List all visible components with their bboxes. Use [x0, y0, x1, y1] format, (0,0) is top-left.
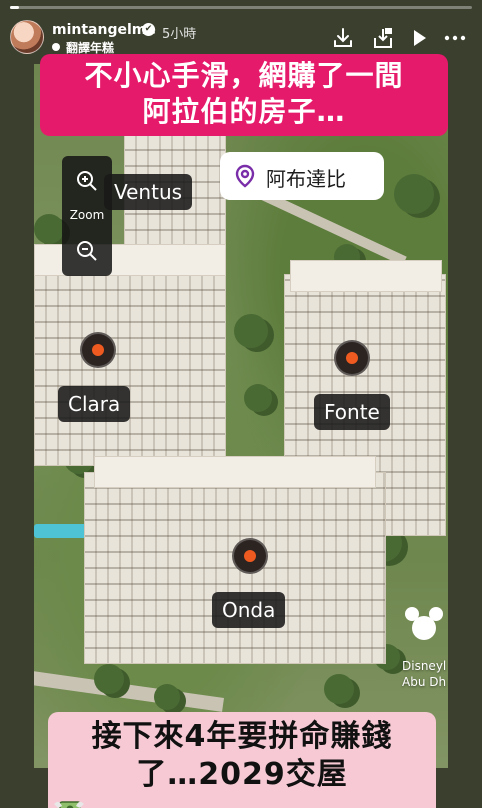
mickey-ears-icon — [405, 607, 443, 640]
play-button[interactable] — [407, 26, 431, 50]
story-progress-bar — [10, 6, 472, 9]
tree — [324, 674, 354, 704]
partner-name: Disneyl Abu Dh — [402, 658, 446, 690]
zoom-label: Zoom — [69, 208, 105, 222]
download-icon — [334, 28, 352, 47]
caption-bottom-line-1: 接下來4年要拼命賺錢 — [91, 719, 393, 754]
tree — [244, 384, 272, 412]
audio-label[interactable]: 翻譯年糕 — [66, 39, 114, 56]
tree — [34, 214, 64, 244]
music-note-icon — [52, 43, 60, 51]
building-clara — [34, 264, 226, 466]
building-pin-fonte[interactable] — [334, 340, 370, 376]
share-icon — [374, 28, 392, 48]
caption-bottom: 接下來4年要拼命賺錢 了…2029交屋 — [48, 712, 436, 808]
verified-badge-icon: ✔ — [142, 23, 155, 36]
location-chip[interactable]: 阿布達比 — [220, 152, 384, 200]
caption-top: 不小心手滑，網購了一間 阿拉伯的房子… — [40, 54, 448, 136]
caption-bottom-line-2: 了…2029交屋 — [48, 756, 436, 808]
building-label-fonte[interactable]: Fonte — [314, 394, 390, 430]
building-label-onda[interactable]: Onda — [212, 592, 286, 628]
partner-logo: Disneyl Abu Dh — [402, 604, 448, 714]
story-image: ‹ Zoom — [34, 64, 448, 768]
building-label-clara[interactable]: Clara — [58, 386, 131, 422]
share-button[interactable] — [371, 26, 395, 50]
partner-line-2: Abu Dh — [402, 675, 447, 689]
building-pin-onda[interactable] — [232, 538, 268, 574]
location-name: 阿布達比 — [266, 167, 346, 191]
caption-top-line-1: 不小心手滑，網購了一間 — [84, 59, 404, 92]
download-button[interactable] — [331, 26, 355, 50]
walkway — [34, 670, 225, 712]
roof — [290, 260, 442, 292]
post-time: 5小時 — [162, 27, 197, 42]
play-icon — [414, 30, 426, 46]
caption-bottom-line-2-text: 了…2029交屋 — [136, 757, 348, 792]
zoom-control: Zoom — [62, 156, 112, 276]
story-progress-fill — [10, 6, 20, 9]
roof — [94, 456, 376, 488]
zoom-in-button[interactable] — [74, 168, 100, 194]
zoom-out-button[interactable] — [74, 238, 100, 264]
tree — [234, 314, 268, 348]
location-pin-icon — [235, 164, 255, 188]
zoom-out-icon — [77, 241, 97, 261]
partner-line-1: Disneyl — [402, 659, 447, 673]
username[interactable]: mintangelme — [52, 22, 156, 38]
more-options-button[interactable] — [443, 26, 467, 50]
zoom-in-icon — [77, 171, 97, 191]
building-pin-clara[interactable] — [80, 332, 116, 368]
money-with-wings-icon — [52, 794, 86, 808]
caption-top-line-2: 阿拉伯的房子… — [142, 95, 346, 128]
avatar[interactable] — [10, 20, 44, 54]
building-onda — [84, 472, 386, 664]
tree — [394, 174, 434, 214]
more-icon — [444, 35, 466, 41]
building-label-ventus[interactable]: Ventus — [104, 174, 193, 210]
story-header: mintangelme ✔ 5小時 翻譯年糕 — [0, 14, 482, 60]
story-viewer: ‹ Zoom — [0, 0, 482, 808]
tree — [154, 684, 180, 710]
tree — [94, 664, 124, 694]
